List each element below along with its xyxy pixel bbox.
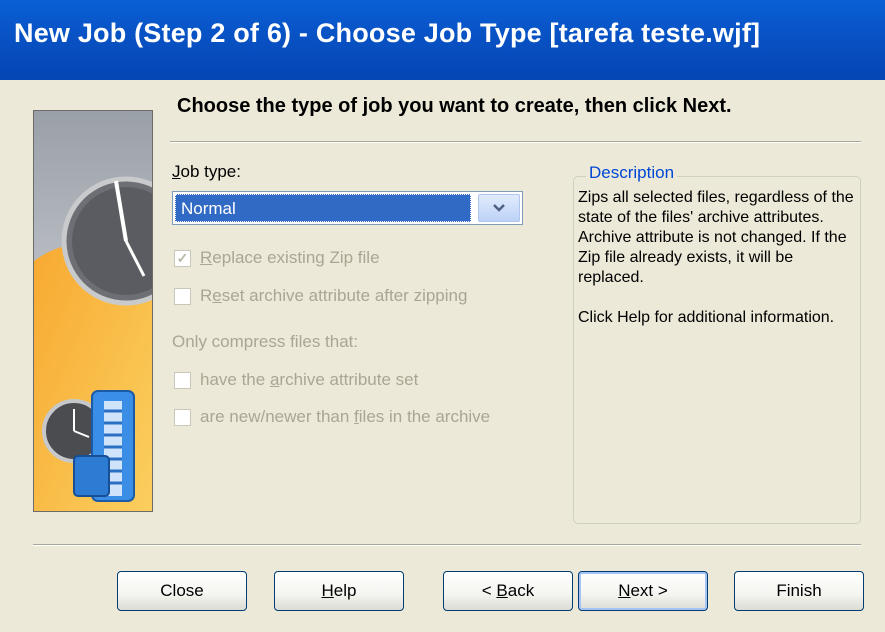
close-button[interactable]: Close (117, 571, 247, 611)
replace-zip-checkbox[interactable]: Replace existing Zip file (174, 248, 380, 268)
reset-post: set archive attribute after zipping (221, 286, 468, 305)
bottom-separator (33, 544, 861, 546)
next-post: ext > (630, 581, 668, 600)
newer-files-label: are new/newer than files in the archive (200, 407, 490, 427)
reset-archive-label: Reset archive attribute after zipping (200, 286, 467, 306)
job-type-label: Job type: (172, 162, 241, 182)
job-type-dropdown[interactable]: Normal (172, 191, 523, 225)
job-type-label-post: ob type: (180, 162, 242, 181)
reset-pre: R (200, 286, 213, 305)
help-button[interactable]: Help (274, 571, 404, 611)
description-help: Click Help for additional information. (578, 309, 835, 326)
clock-zip-banner-icon (34, 111, 152, 511)
description-text: Zips all selected files, regardless of t… (578, 188, 858, 328)
reset-archive-checkbox[interactable]: Reset archive attribute after zipping (174, 286, 467, 306)
window-title: New Job (Step 2 of 6) - Choose Job Type … (14, 18, 761, 48)
step-heading: Choose the type of job you want to creat… (177, 95, 732, 117)
help-accel: H (321, 581, 334, 600)
archive-attribute-label: have the archive attribute set (200, 370, 418, 390)
close-text: Close (160, 581, 204, 600)
newer-pre: are new/newer than (200, 407, 355, 426)
replace-accel: R (200, 248, 213, 267)
back-accel: B (496, 581, 508, 600)
dropdown-arrow-button[interactable] (478, 194, 520, 222)
newer-post: iles in the archive (358, 407, 491, 426)
archive-attr-post: rchive attribute set (279, 370, 419, 389)
wizard-banner-image (33, 110, 153, 512)
checkbox-box[interactable] (174, 249, 191, 267)
next-accel: N (618, 581, 631, 600)
top-separator (170, 141, 861, 143)
replace-post: eplace existing Zip file (212, 248, 380, 267)
description-title: Description (586, 163, 678, 183)
title-bar: New Job (Step 2 of 6) - Choose Job Type … (0, 0, 885, 80)
archive-attr-accel: a (269, 370, 280, 389)
newer-files-checkbox[interactable]: are new/newer than files in the archive (174, 407, 490, 427)
reset-accel: e (212, 286, 222, 305)
archive-attr-pre: have the (200, 370, 270, 389)
next-button[interactable]: Next > (578, 571, 708, 611)
job-type-selected: Normal (175, 194, 471, 222)
only-compress-label: Only compress files that: (172, 332, 359, 351)
help-post: elp (333, 581, 357, 600)
job-type-label-accel: J (172, 162, 181, 181)
finish-text: Finish (776, 581, 822, 600)
checkbox-box[interactable] (174, 371, 191, 389)
checkbox-box[interactable] (174, 287, 191, 305)
back-post: ack (507, 581, 535, 600)
description-body: Zips all selected files, regardless of t… (578, 189, 854, 286)
replace-zip-label: Replace existing Zip file (200, 248, 380, 268)
chevron-down-icon (493, 204, 505, 212)
finish-button[interactable]: Finish (734, 571, 864, 611)
back-button[interactable]: < Back (443, 571, 573, 611)
back-pre: < (481, 581, 497, 600)
archive-attribute-checkbox[interactable]: have the archive attribute set (174, 370, 418, 390)
checkbox-box[interactable] (174, 408, 191, 426)
